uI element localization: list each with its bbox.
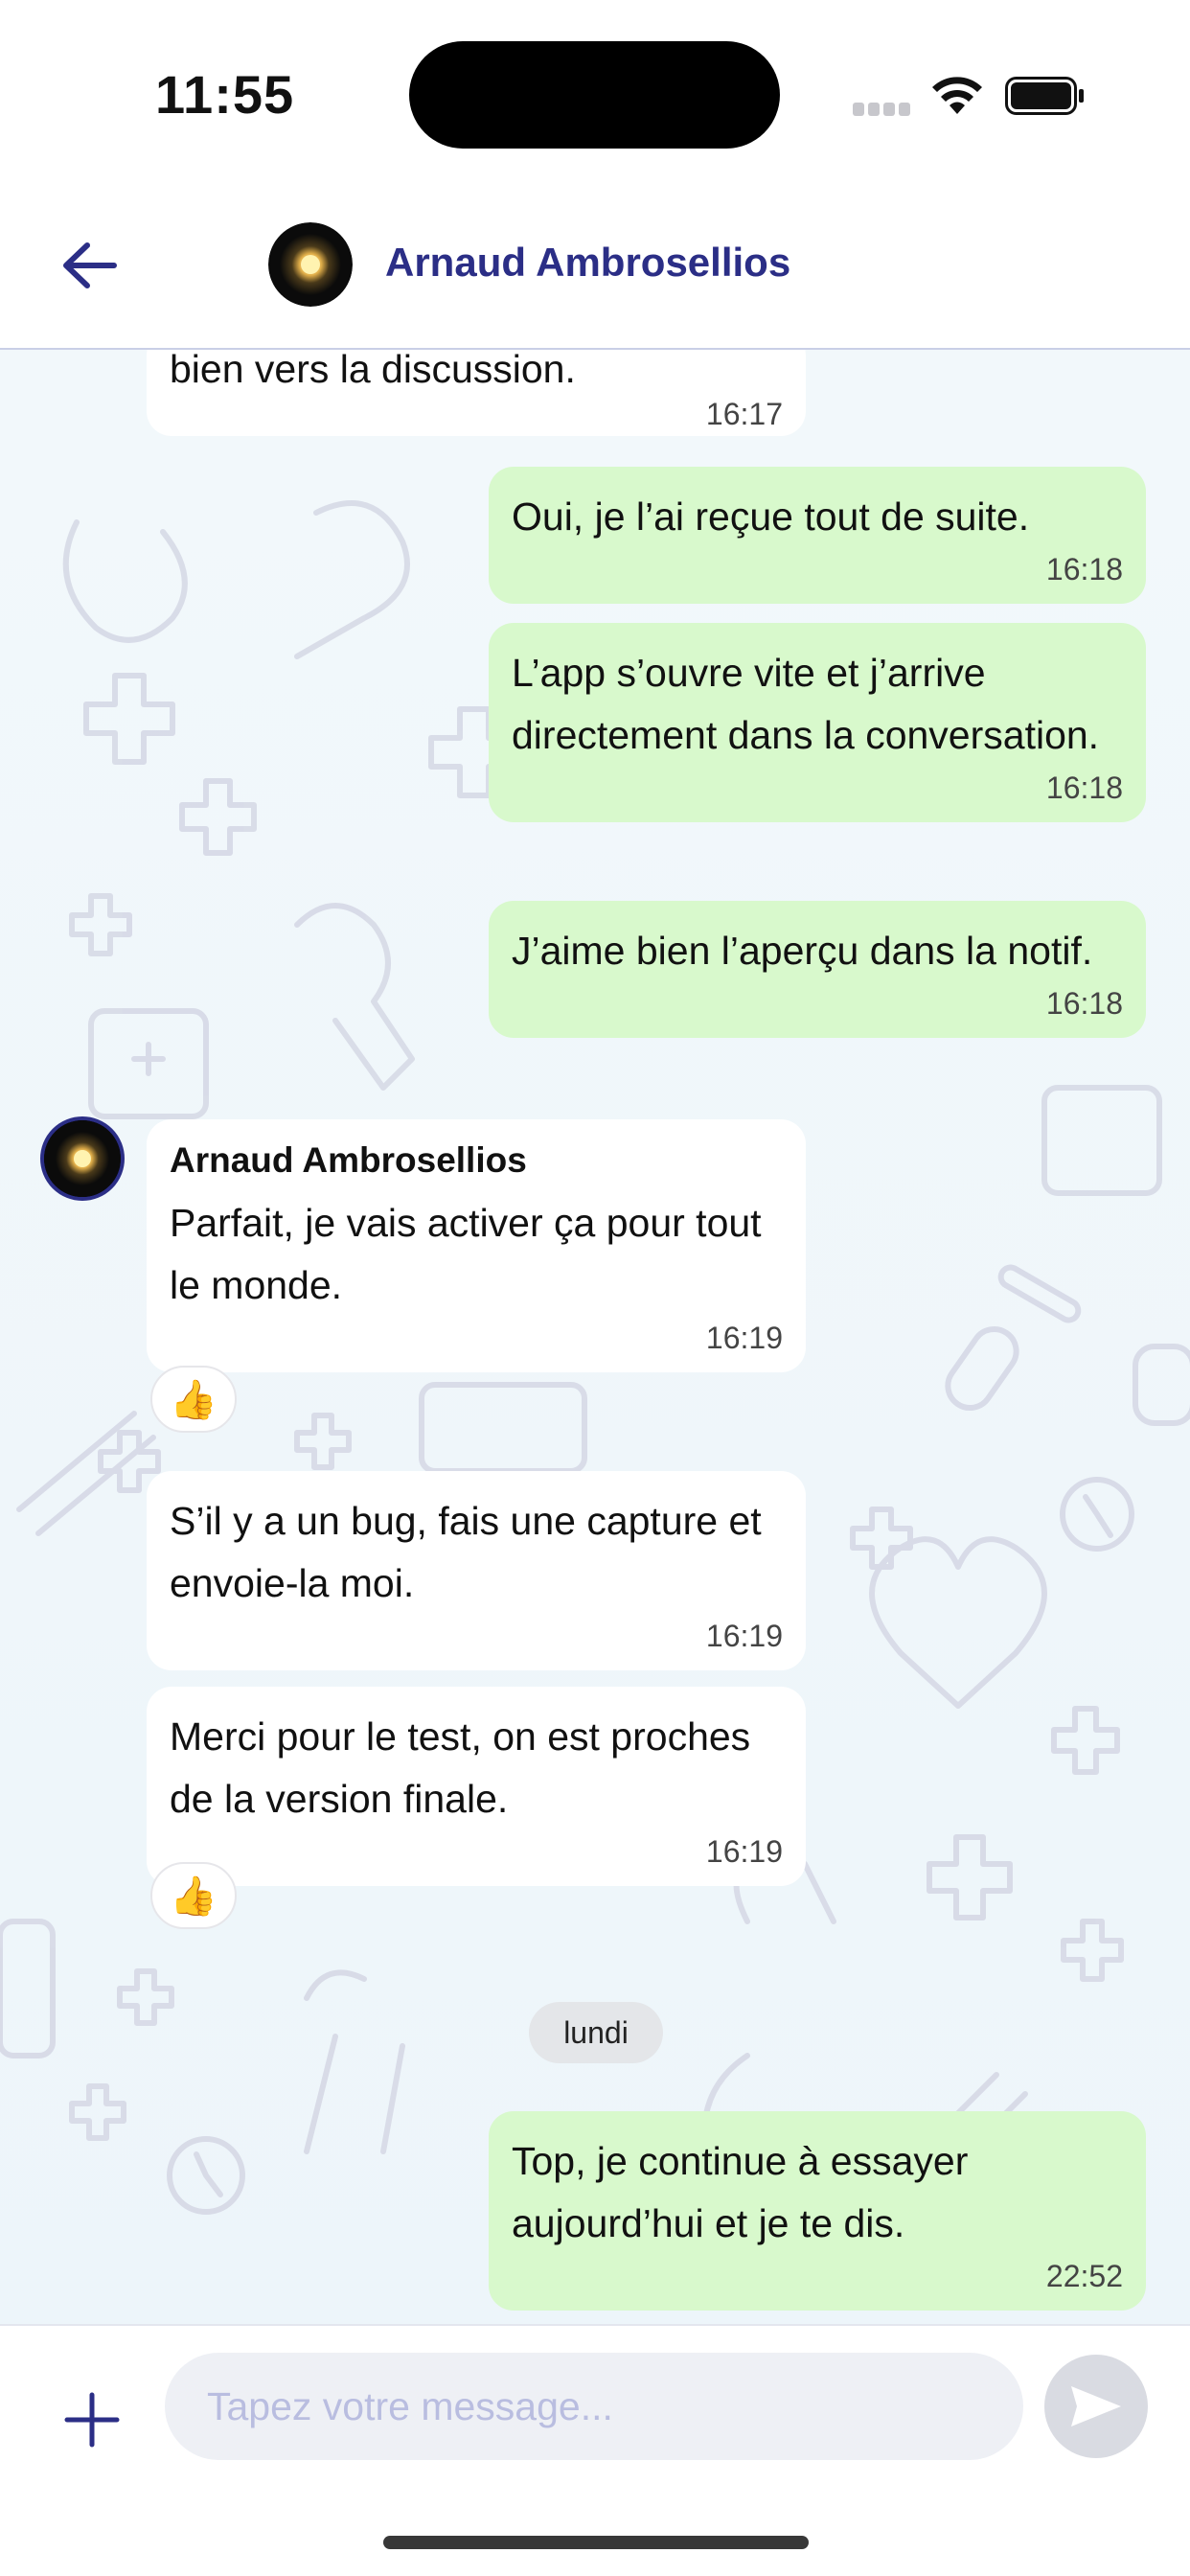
message-time: 22:52 (1045, 2259, 1123, 2293)
sender-avatar[interactable] (40, 1116, 125, 1201)
message-text: Oui, je l’ai reçue tout de suite. (512, 494, 1030, 539)
message-time: 16:19 (705, 1321, 783, 1355)
attach-button[interactable] (61, 2389, 123, 2450)
message-time: 16:18 (1045, 552, 1123, 586)
message-text: L’app s’ouvre vite et j’arrive directeme… (512, 651, 1100, 757)
message-time: 16:19 (705, 1834, 783, 1869)
dynamic-island (409, 41, 780, 149)
day-separator: lundi (529, 2002, 663, 2063)
message-composer (0, 2324, 1190, 2576)
message-list[interactable]: bien vers la discussion. 16:17 Oui, je l… (0, 350, 1190, 2324)
message-bubble-incoming[interactable]: S’il y a un bug, fais une capture et env… (147, 1471, 806, 1670)
contact-avatar[interactable] (268, 222, 353, 307)
message-time: 16:18 (1045, 986, 1123, 1021)
message-time: 16:19 (705, 1619, 783, 1653)
status-bar: 11:55 (0, 0, 1190, 192)
message-text: Merci pour le test, on est proches de la… (170, 1714, 751, 1821)
phone-screen: 11:55 Arnaud Ambrosellios bien vers la d… (0, 0, 1190, 2576)
message-input[interactable] (165, 2353, 1023, 2460)
chat-header: Arnaud Ambrosellios (0, 192, 1190, 350)
sender-name: Arnaud Ambrosellios (170, 1140, 527, 1180)
back-button[interactable] (56, 232, 123, 299)
home-indicator (383, 2536, 809, 2549)
message-bubble-incoming[interactable]: Arnaud Ambrosellios Parfait, je vais act… (147, 1119, 806, 1372)
message-time: 16:17 (705, 397, 783, 431)
battery-icon (1005, 77, 1084, 115)
send-icon (1071, 2386, 1121, 2426)
message-text: S’il y a un bug, fais une capture et env… (170, 1499, 762, 1605)
contact-name[interactable]: Arnaud Ambrosellios (385, 240, 790, 286)
message-text: Top, je continue à essayer aujourd’hui e… (512, 2139, 969, 2245)
reaction-thumbs-up[interactable]: 👍 (150, 1862, 237, 1929)
status-time: 11:55 (155, 64, 295, 125)
message-time: 16:18 (1045, 770, 1123, 805)
message-bubble-outgoing[interactable]: J’aime bien l’aperçu dans la notif. 16:1… (489, 901, 1146, 1038)
reaction-thumbs-up[interactable]: 👍 (150, 1366, 237, 1433)
message-bubble-outgoing[interactable]: Oui, je l’ai reçue tout de suite. 16:18 (489, 467, 1146, 604)
plus-icon (64, 2392, 120, 2448)
message-bubble-incoming[interactable]: Merci pour le test, on est proches de la… (147, 1687, 806, 1886)
message-bubble-outgoing[interactable]: Top, je continue à essayer aujourd’hui e… (489, 2111, 1146, 2311)
message-bubble-outgoing[interactable]: L’app s’ouvre vite et j’arrive directeme… (489, 623, 1146, 822)
message-text: bien vers la discussion. (170, 350, 576, 391)
arrow-left-icon (63, 242, 117, 288)
cellular-signal-icon (853, 103, 912, 118)
send-button[interactable] (1044, 2355, 1148, 2458)
message-bubble-incoming[interactable]: bien vers la discussion. 16:17 (147, 350, 806, 436)
message-text: J’aime bien l’aperçu dans la notif. (512, 929, 1093, 973)
wifi-icon (932, 77, 982, 114)
message-text: Parfait, je vais activer ça pour tout le… (170, 1201, 762, 1307)
